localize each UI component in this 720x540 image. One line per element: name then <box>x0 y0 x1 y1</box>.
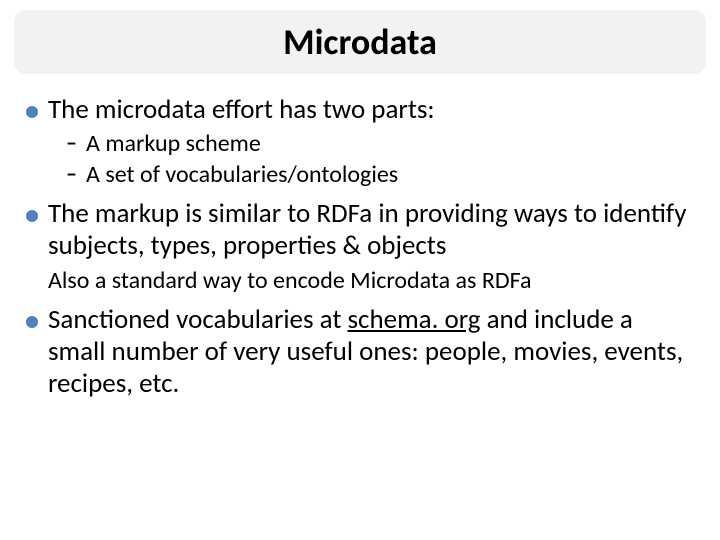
slide-title: Microdata <box>283 20 437 64</box>
bullet-1: The microdata effort has two parts: <box>26 94 694 126</box>
bullet-1-sub-1: A markup scheme <box>26 130 694 159</box>
bullet-3-text-a: Sanctioned vocabularies at <box>48 303 347 336</box>
bullet-1-sub-2: A set of vocabularies/ontologies <box>26 161 694 190</box>
title-container: Microdata <box>14 10 706 74</box>
schema-org-link[interactable]: schema. org <box>347 303 480 336</box>
slide-body: The microdata effort has two parts: A ma… <box>26 86 694 405</box>
bullet-3: Sanctioned vocabularies at schema. org a… <box>26 304 694 401</box>
bullet-2: The markup is similar to RDFa in providi… <box>26 198 694 263</box>
bullet-2-sub: Also a standard way to encode Microdata … <box>26 267 694 296</box>
slide: Microdata The microdata effort has two p… <box>0 0 720 540</box>
